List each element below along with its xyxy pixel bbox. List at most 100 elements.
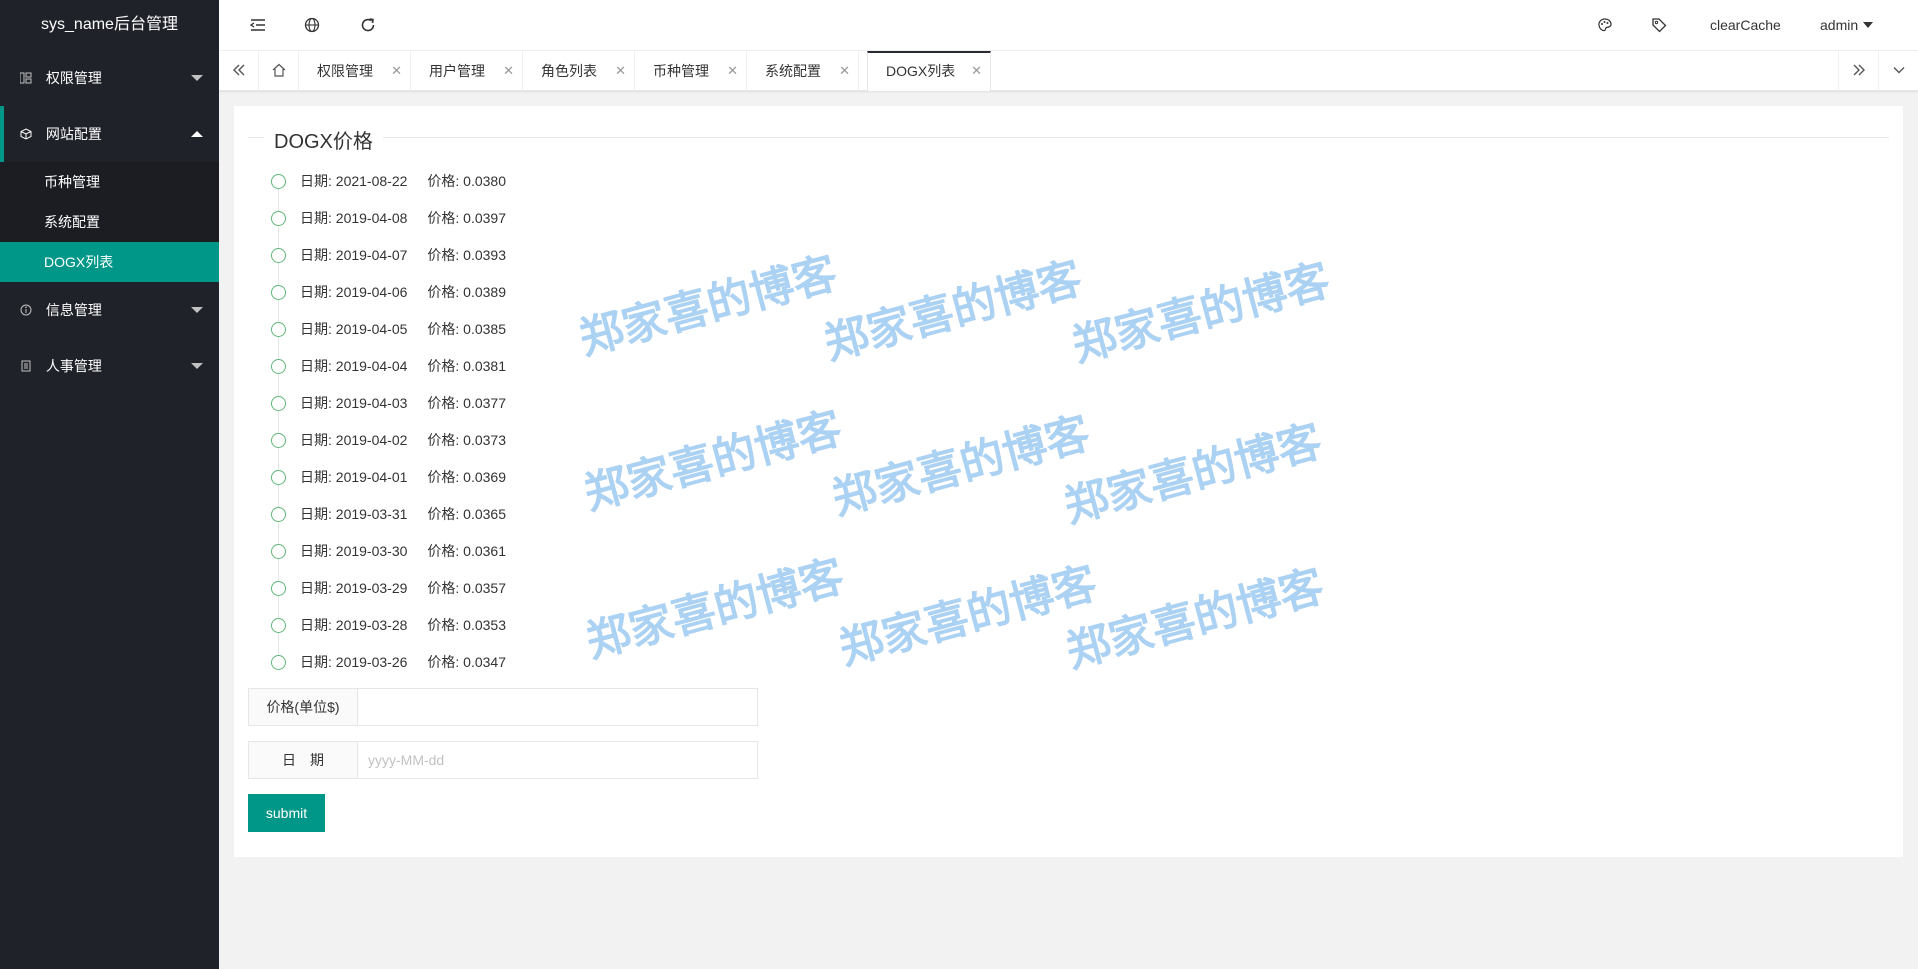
timeline-dot-icon <box>271 544 286 559</box>
timeline-connector <box>278 263 279 285</box>
timeline-text: 日期: 2019-03-30 价格: 0.0361 <box>300 543 506 560</box>
timeline-date: 日期: 2019-04-04 <box>300 358 408 374</box>
timeline-connector <box>278 189 279 211</box>
double-chevron-left-icon <box>232 64 244 76</box>
timeline-price: 价格: 0.0393 <box>427 247 507 263</box>
timeline-price: 价格: 0.0353 <box>427 617 507 633</box>
sidebar-group-site-config[interactable]: 网站配置 <box>0 106 219 162</box>
chevron-down-icon <box>191 307 203 313</box>
timeline-dot-icon <box>271 655 286 670</box>
tab-label: DOGX列表 <box>886 63 956 79</box>
timeline-text: 日期: 2019-04-02 价格: 0.0373 <box>300 432 506 449</box>
close-icon[interactable]: ✕ <box>839 51 850 91</box>
timeline-price: 价格: 0.0361 <box>427 543 507 559</box>
sidebar-group-info[interactable]: 信息管理 <box>0 282 219 338</box>
date-label: 日 期 <box>248 741 358 779</box>
timeline-text: 日期: 2019-04-05 价格: 0.0385 <box>300 321 506 338</box>
info-icon <box>20 304 32 316</box>
timeline-connector <box>278 337 279 359</box>
timeline-price: 价格: 0.0347 <box>427 654 507 670</box>
close-icon[interactable]: ✕ <box>391 51 402 91</box>
timeline-dot-icon <box>271 470 286 485</box>
tab-dogx-list[interactable]: DOGX列表 ✕ <box>867 51 991 91</box>
timeline-date: 日期: 2019-03-31 <box>300 506 408 522</box>
home-icon <box>272 63 285 77</box>
tab-home[interactable] <box>259 51 299 91</box>
tabs-scroll-right-button[interactable] <box>1838 51 1878 91</box>
tab-label: 角色列表 <box>541 63 597 79</box>
refresh-icon[interactable] <box>359 16 377 34</box>
timeline-dot-icon <box>271 396 286 411</box>
timeline-text: 日期: 2019-04-08 价格: 0.0397 <box>300 210 506 227</box>
tabs-scroll-left-button[interactable] <box>219 51 259 91</box>
timeline-connector <box>278 226 279 248</box>
sidebar-group-hr[interactable]: 人事管理 <box>0 338 219 394</box>
sidebar-item-dogx-list[interactable]: DOGX列表 <box>0 242 219 282</box>
close-icon[interactable]: ✕ <box>727 51 738 91</box>
tab-user-manage[interactable]: 用户管理 ✕ <box>411 51 523 91</box>
sidebar-item-system-config[interactable]: 系统配置 <box>0 202 219 242</box>
close-icon[interactable]: ✕ <box>615 51 626 91</box>
timeline-text: 日期: 2019-04-01 价格: 0.0369 <box>300 469 506 486</box>
menu-toggle-icon[interactable] <box>249 16 267 34</box>
chevron-up-icon <box>191 131 203 137</box>
grid-icon <box>20 72 32 84</box>
sidebar-group-label: 信息管理 <box>45 302 102 318</box>
timeline-text: 日期: 2019-04-03 价格: 0.0377 <box>300 395 506 412</box>
timeline-dot-icon <box>271 174 286 189</box>
app-logo-title: sys_name后台管理 <box>41 16 178 33</box>
user-menu[interactable]: admin <box>1820 0 1874 51</box>
close-icon[interactable]: ✕ <box>971 53 982 89</box>
tab-permission-manage[interactable]: 权限管理 ✕ <box>299 51 411 91</box>
date-input[interactable] <box>357 741 758 779</box>
caret-down-icon <box>1863 22 1874 28</box>
timeline-text: 日期: 2019-03-31 价格: 0.0365 <box>300 506 506 523</box>
timeline-price: 价格: 0.0373 <box>427 432 507 448</box>
price-form-row: 价格(单位$) <box>248 688 758 726</box>
tab-coin-manage[interactable]: 币种管理 ✕ <box>635 51 747 91</box>
submit-button[interactable]: submit <box>248 794 325 832</box>
timeline-date: 日期: 2019-03-26 <box>300 654 408 670</box>
timeline-connector <box>278 300 279 322</box>
palette-icon[interactable] <box>1596 16 1614 34</box>
tag-icon[interactable] <box>1650 16 1668 34</box>
timeline-price: 价格: 0.0357 <box>427 580 507 596</box>
sidebar-subnav: 币种管理 系统配置 DOGX列表 <box>0 162 219 282</box>
price-label: 价格(单位$) <box>248 688 358 726</box>
sidebar-group-label: 人事管理 <box>45 358 102 374</box>
tab-label: 权限管理 <box>317 63 373 79</box>
tab-bar: 权限管理 ✕ 用户管理 ✕ 角色列表 ✕ 币种管理 ✕ 系统配置 ✕ DOGX列表 ✕ <box>219 51 1918 91</box>
timeline-date: 日期: 2019-04-01 <box>300 469 408 485</box>
timeline-date: 日期: 2019-04-06 <box>300 284 408 300</box>
timeline-price: 价格: 0.0397 <box>427 210 507 226</box>
globe-icon[interactable] <box>303 16 321 34</box>
close-icon[interactable]: ✕ <box>503 51 514 91</box>
timeline-price: 价格: 0.0389 <box>427 284 507 300</box>
timeline-dot-icon <box>271 322 286 337</box>
timeline-price: 价格: 0.0365 <box>427 506 507 522</box>
user-name: admin <box>1820 17 1859 33</box>
timeline-dot-icon <box>271 211 286 226</box>
sidebar-group-label: 网站配置 <box>45 126 102 142</box>
tab-role-list[interactable]: 角色列表 ✕ <box>523 51 635 91</box>
tabs-dropdown-button[interactable] <box>1878 51 1918 91</box>
document-icon <box>21 360 31 372</box>
price-input[interactable] <box>357 688 758 726</box>
timeline-date: 日期: 2019-04-02 <box>300 432 408 448</box>
divider <box>248 137 1889 138</box>
sidebar-item-coin-manage[interactable]: 币种管理 <box>0 162 219 202</box>
sidebar-group-permissions[interactable]: 权限管理 <box>0 50 219 106</box>
timeline-connector <box>278 411 279 433</box>
timeline-date: 日期: 2019-03-30 <box>300 543 408 559</box>
timeline-text: 日期: 2019-04-07 价格: 0.0393 <box>300 247 506 264</box>
timeline-price: 价格: 0.0381 <box>427 358 507 374</box>
timeline-date: 日期: 2019-03-29 <box>300 580 408 596</box>
fieldset-title: DOGX价格 <box>248 125 1889 154</box>
clear-cache-link[interactable]: clearCache <box>1710 0 1781 51</box>
tab-system-config[interactable]: 系统配置 ✕ <box>747 51 859 91</box>
timeline-text: 日期: 2019-03-29 价格: 0.0357 <box>300 580 506 597</box>
timeline-price: 价格: 0.0385 <box>427 321 507 337</box>
timeline-date: 日期: 2019-04-05 <box>300 321 408 337</box>
timeline-text: 日期: 2021-08-22 价格: 0.0380 <box>300 173 506 190</box>
page-title: DOGX价格 <box>264 125 383 154</box>
